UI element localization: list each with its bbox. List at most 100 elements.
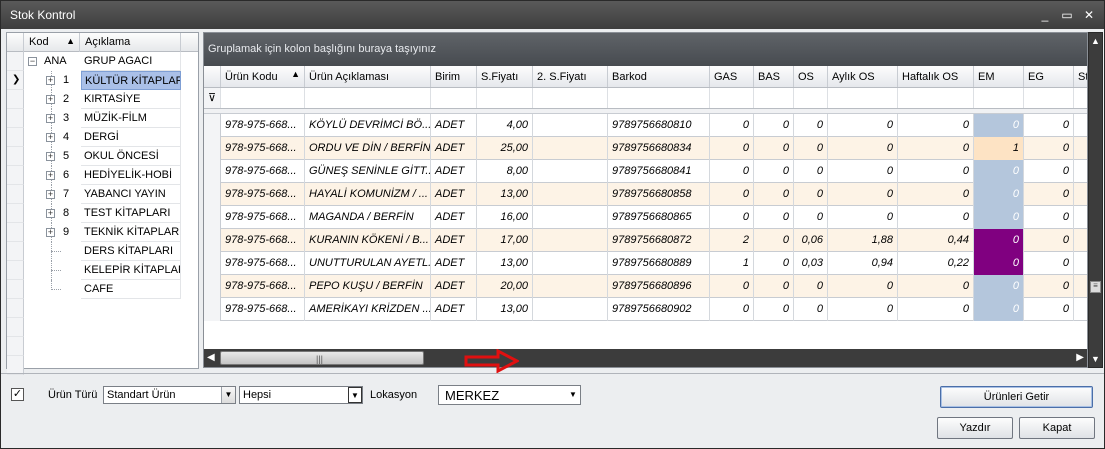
- cell-eg[interactable]: 0: [1024, 160, 1074, 183]
- chevron-down-icon[interactable]: ▼: [221, 387, 235, 403]
- filter-row[interactable]: ⊽: [204, 88, 1087, 109]
- cell-em[interactable]: 0: [974, 252, 1024, 275]
- filter-cell[interactable]: [794, 88, 828, 108]
- grid-column-header[interactable]: GAS: [710, 66, 754, 87]
- cell-birim[interactable]: ADET: [431, 229, 477, 252]
- grid-column-header[interactable]: Birim: [431, 66, 477, 87]
- table-row[interactable]: 978-975-668... GÜNEŞ SENİNLE GİTT... ADET 8…: [204, 160, 1087, 183]
- tree-item[interactable]: KELEPİR KİTAPLAR: [7, 261, 198, 280]
- cell-fiyat2[interactable]: [533, 298, 608, 321]
- cell-haftalik[interactable]: 0: [898, 160, 974, 183]
- print-button[interactable]: Yazdır: [937, 417, 1013, 439]
- expand-icon[interactable]: +: [46, 190, 55, 199]
- filter-cell[interactable]: [710, 88, 754, 108]
- tree-item[interactable]: + 8 TEST KİTAPLARI: [7, 204, 198, 223]
- cell-fiyat[interactable]: 16,00: [477, 206, 533, 229]
- cell-gas[interactable]: 0: [710, 137, 754, 160]
- cell-bas[interactable]: 0: [754, 275, 794, 298]
- horizontal-scrollbar[interactable]: ◀ ||| ▶: [204, 349, 1087, 367]
- cell-bas[interactable]: 0: [754, 160, 794, 183]
- filter-cell[interactable]: [828, 88, 898, 108]
- cell-eg[interactable]: 0: [1024, 183, 1074, 206]
- cell-os[interactable]: 0: [794, 137, 828, 160]
- grid-column-header[interactable]: EM: [974, 66, 1024, 87]
- cell-os[interactable]: 0,06: [794, 229, 828, 252]
- scroll-grip-icon[interactable]: ≡: [1090, 281, 1101, 293]
- filter-cell[interactable]: [974, 88, 1024, 108]
- cell-aciklama[interactable]: HAYALİ KOMUNİZM / ...: [305, 183, 431, 206]
- chevron-down-icon[interactable]: ▼: [566, 386, 580, 404]
- cell-os[interactable]: 0: [794, 183, 828, 206]
- cell-aciklama[interactable]: KURANIN KÖKENİ / B...: [305, 229, 431, 252]
- cell-fiyat2[interactable]: [533, 183, 608, 206]
- filter-cell[interactable]: [431, 88, 477, 108]
- cell-fiyat2[interactable]: [533, 252, 608, 275]
- tree-column-aciklama[interactable]: Açıklama: [81, 33, 181, 52]
- cell-kod[interactable]: 978-975-668...: [221, 275, 305, 298]
- cell-aciklama[interactable]: MAGANDA / BERFİN: [305, 206, 431, 229]
- cell-fiyat2[interactable]: [533, 229, 608, 252]
- cell-aylik[interactable]: 0: [828, 298, 898, 321]
- cell-birim[interactable]: ADET: [431, 252, 477, 275]
- lokasyon-select[interactable]: MERKEZ ▼: [438, 385, 581, 405]
- table-row[interactable]: 978-975-668... KURANIN KÖKENİ / B... ADET 1…: [204, 229, 1087, 252]
- fetch-products-button[interactable]: Ürünleri Getir: [940, 386, 1093, 408]
- tree-item[interactable]: + 5 OKUL ÖNCESİ: [7, 147, 198, 166]
- cell-kod[interactable]: 978-975-668...: [221, 137, 305, 160]
- table-row[interactable]: 978-975-668... UNUTTURULAN AYETL... ADET 13…: [204, 252, 1087, 275]
- cell-birim[interactable]: ADET: [431, 137, 477, 160]
- cell-aylik[interactable]: 0: [828, 183, 898, 206]
- cell-barkod[interactable]: 9789756680865: [608, 206, 710, 229]
- scroll-down-icon[interactable]: ▼: [1091, 354, 1100, 364]
- cell-haftalik[interactable]: 0: [898, 206, 974, 229]
- tree-item[interactable]: + 9 TEKNİK KİTAPLAR: [7, 223, 198, 242]
- filter-cell[interactable]: [608, 88, 710, 108]
- cell-aciklama[interactable]: PEPO KUŞU / BERFİN: [305, 275, 431, 298]
- cell-em[interactable]: 0: [974, 229, 1024, 252]
- cell-birim[interactable]: ADET: [431, 206, 477, 229]
- cell-fiyat[interactable]: 8,00: [477, 160, 533, 183]
- minimize-icon[interactable]: _: [1037, 7, 1053, 23]
- cell-eg[interactable]: 0: [1024, 275, 1074, 298]
- maximize-icon[interactable]: ▭: [1059, 7, 1075, 23]
- cell-barkod[interactable]: 9789756680889: [608, 252, 710, 275]
- cell-aciklama[interactable]: KÖYLÜ DEVRİMCİ BÖ...: [305, 114, 431, 137]
- table-row[interactable]: 978-975-668... MAGANDA / BERFİN ADET 16,00 9…: [204, 206, 1087, 229]
- tree-item[interactable]: + 2 KIRTASİYE: [7, 90, 198, 109]
- cell-fiyat2[interactable]: [533, 137, 608, 160]
- cell-barkod[interactable]: 9789756680834: [608, 137, 710, 160]
- scroll-left-icon[interactable]: ◀: [207, 352, 215, 363]
- close-button[interactable]: Kapat: [1019, 417, 1095, 439]
- scroll-up-icon[interactable]: ▲: [1091, 36, 1100, 46]
- grid-column-header[interactable]: Barkod: [608, 66, 710, 87]
- grid-column-header[interactable]: OS: [794, 66, 828, 87]
- cell-aciklama[interactable]: AMERİKAYI KRİZDEN ...: [305, 298, 431, 321]
- cell-kod[interactable]: 978-975-668...: [221, 229, 305, 252]
- cell-os[interactable]: 0: [794, 160, 828, 183]
- table-row[interactable]: 978-975-668... ORDU VE DİN / BERFİN ADET 25…: [204, 137, 1087, 160]
- expand-icon[interactable]: +: [46, 76, 55, 85]
- cell-bas[interactable]: 0: [754, 229, 794, 252]
- cell-kod[interactable]: 978-975-668...: [221, 160, 305, 183]
- cell-aciklama[interactable]: UNUTTURULAN AYETL...: [305, 252, 431, 275]
- tree-item[interactable]: + 6 HEDİYELİK-HOBİ: [7, 166, 198, 185]
- cell-aylik[interactable]: 0,94: [828, 252, 898, 275]
- cell-aylik[interactable]: 0: [828, 206, 898, 229]
- chevron-down-icon[interactable]: ▼: [348, 387, 362, 403]
- cell-os[interactable]: 0: [794, 206, 828, 229]
- expand-icon[interactable]: +: [46, 133, 55, 142]
- cell-os[interactable]: 0,03: [794, 252, 828, 275]
- cell-haftalik[interactable]: 0,44: [898, 229, 974, 252]
- cell-em[interactable]: 0: [974, 183, 1024, 206]
- cell-fiyat[interactable]: 17,00: [477, 229, 533, 252]
- expand-icon[interactable]: +: [46, 228, 55, 237]
- cell-aciklama[interactable]: ORDU VE DİN / BERFİN: [305, 137, 431, 160]
- cell-barkod[interactable]: 9789756680841: [608, 160, 710, 183]
- cell-birim[interactable]: ADET: [431, 275, 477, 298]
- expand-icon[interactable]: +: [46, 152, 55, 161]
- cell-os[interactable]: 0: [794, 298, 828, 321]
- cell-fiyat2[interactable]: [533, 206, 608, 229]
- tree-column-kod[interactable]: Kod ▲: [25, 33, 80, 52]
- cell-haftalik[interactable]: 0: [898, 275, 974, 298]
- cell-barkod[interactable]: 9789756680810: [608, 114, 710, 137]
